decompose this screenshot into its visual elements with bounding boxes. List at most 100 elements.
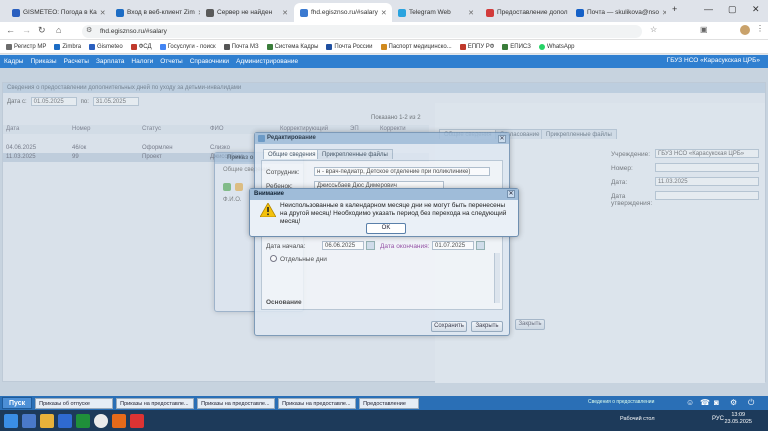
taskbar-item[interactable]: Приказы на предоставле... bbox=[197, 397, 276, 409]
menu-icon[interactable]: ⋮ bbox=[756, 24, 764, 33]
browser-tab-server-not-found[interactable]: Сервер не найден ✕ bbox=[200, 3, 294, 22]
date-from-input[interactable]: 01.05.2025 bbox=[30, 97, 77, 106]
browser-tab-provision[interactable]: Предоставление допол✕ bbox=[480, 3, 570, 22]
minimize-icon[interactable]: — bbox=[704, 4, 713, 14]
bookmark-item[interactable]: Регистр МР bbox=[6, 43, 46, 50]
windows-start-icon[interactable] bbox=[4, 413, 18, 428]
fsd-icon bbox=[130, 43, 137, 50]
telegram-favicon-icon bbox=[398, 8, 406, 17]
date-field[interactable]: 11.03.2025 bbox=[655, 177, 759, 186]
bookmark-item[interactable]: Почта России bbox=[326, 43, 373, 50]
bookmark-item[interactable]: WhatsApp bbox=[538, 43, 575, 50]
site-info-icon[interactable]: ⚙ bbox=[86, 26, 92, 34]
end-date-field[interactable]: 01.07.2025 bbox=[432, 241, 474, 250]
taskbar-item[interactable]: Приказы на предоставле... bbox=[278, 397, 357, 409]
user-icon[interactable]: ☺ bbox=[686, 398, 694, 407]
language-indicator[interactable]: РУС bbox=[712, 416, 724, 422]
approval-date-field[interactable] bbox=[655, 191, 759, 200]
tab-close-icon[interactable]: ✕ bbox=[282, 9, 288, 17]
alert-close-icon[interactable]: ✕ bbox=[507, 190, 515, 198]
side-close-button[interactable]: Закрыть bbox=[515, 319, 545, 330]
tab-close-icon[interactable]: ✕ bbox=[100, 9, 106, 17]
browser-tab-mail[interactable]: Почта — skulikova@nso ✕ bbox=[570, 3, 666, 22]
tab-close-icon[interactable]: ✕ bbox=[381, 9, 387, 17]
excel-icon[interactable] bbox=[76, 413, 90, 428]
back-icon[interactable]: ← bbox=[6, 25, 15, 35]
browser-tab-gismeteo[interactable]: GISMETEO: Погода в Ка ✕ bbox=[6, 3, 110, 22]
close-button[interactable]: Закрыть bbox=[471, 321, 503, 332]
task-view-icon[interactable] bbox=[22, 413, 36, 428]
profile-avatar[interactable] bbox=[740, 25, 750, 35]
address-bar: ← → ↻ ⌂ fhd.egisznso.ru/#salary ⚙ ☆ ▣ ⋮ bbox=[0, 22, 768, 40]
start-date-field[interactable]: 06.06.2025 bbox=[322, 241, 364, 250]
browser-tab-telegram[interactable]: Telegram Web ✕ bbox=[392, 3, 480, 22]
col-date[interactable]: Дата bbox=[3, 125, 69, 134]
explorer-icon[interactable] bbox=[40, 413, 54, 428]
pdf-icon[interactable] bbox=[130, 413, 144, 428]
word-icon[interactable] bbox=[58, 413, 72, 428]
ok-button[interactable]: OK bbox=[366, 223, 406, 234]
settings-icon[interactable]: ⚙ bbox=[730, 398, 737, 407]
col-status[interactable]: Статус bbox=[139, 125, 207, 134]
taskbar-item[interactable]: Приказы об отпуске bbox=[35, 397, 114, 409]
bookmark-star-icon[interactable]: ☆ bbox=[650, 25, 657, 34]
new-tab-icon[interactable]: + bbox=[672, 4, 677, 14]
save-button[interactable]: Сохранить bbox=[431, 321, 467, 332]
menu-item-calculations[interactable]: Расчеты bbox=[64, 58, 89, 65]
camera-icon[interactable]: ◙ bbox=[714, 398, 719, 407]
menu-item-references[interactable]: Справочники bbox=[190, 58, 229, 65]
taskbar-item[interactable]: Приказы на предоставле... bbox=[116, 397, 195, 409]
tab-attachments[interactable]: Прикрепленные файлы bbox=[541, 129, 617, 139]
chrome-icon[interactable] bbox=[94, 413, 108, 428]
col-number[interactable]: Номер bbox=[69, 125, 139, 134]
url-input[interactable]: fhd.egisznso.ru/#salary bbox=[82, 25, 642, 38]
edit-tab-attachments[interactable]: Прикрепленные файлы bbox=[317, 149, 393, 159]
menu-item-reports[interactable]: Отчеты bbox=[160, 58, 182, 65]
edit-tab-general[interactable]: Общие сведения bbox=[263, 149, 321, 159]
number-field[interactable] bbox=[655, 163, 759, 172]
bookmark-item[interactable]: Паспорт медицинско... bbox=[380, 43, 452, 50]
bookmark-item[interactable]: Почта МЗ bbox=[223, 43, 259, 50]
menu-item-kadry[interactable]: Кадры bbox=[4, 58, 23, 65]
edit-icon[interactable] bbox=[235, 183, 243, 191]
taskbar-item[interactable]: Предоставление bbox=[359, 397, 420, 409]
menu-item-administration[interactable]: Администрирование bbox=[236, 58, 298, 65]
power-icon[interactable]: ⏻ bbox=[748, 398, 754, 408]
bookmark-item[interactable]: ЕППУ РФ bbox=[459, 43, 494, 50]
forward-icon[interactable]: → bbox=[22, 25, 31, 35]
desktop-label[interactable]: Рабочий стол bbox=[620, 416, 655, 422]
browser-tab-zimbra[interactable]: Вход в веб-клиент Zim✕ bbox=[110, 3, 200, 22]
firefox-icon[interactable] bbox=[112, 413, 126, 428]
form-scrollbar[interactable] bbox=[494, 253, 500, 303]
bookmark-item[interactable]: ФСД bbox=[130, 43, 152, 50]
maximize-icon[interactable]: ▢ bbox=[728, 4, 737, 15]
tab-close-icon[interactable]: ✕ bbox=[662, 9, 666, 17]
tab-close-icon[interactable]: ✕ bbox=[468, 9, 474, 17]
reload-icon[interactable]: ↻ bbox=[38, 25, 46, 36]
menu-item-orders[interactable]: Приказы bbox=[30, 58, 56, 65]
employee-field[interactable]: н - врач-педиатр, Детское отделение при … bbox=[314, 167, 490, 176]
calendar-icon[interactable] bbox=[476, 241, 485, 250]
bookmark-item[interactable]: Zimbra bbox=[54, 43, 81, 50]
page-favicon-icon bbox=[206, 8, 214, 17]
extensions-icon[interactable]: ▣ bbox=[700, 25, 708, 34]
menu-item-salary[interactable]: Зарплата bbox=[96, 58, 124, 65]
menu-item-taxes[interactable]: Налоги bbox=[131, 58, 153, 65]
bookmark-item[interactable]: Система Кадры bbox=[266, 43, 318, 50]
bookmark-item[interactable]: Госуслуги - поиск bbox=[159, 43, 216, 50]
bookmark-item[interactable]: ЕПИСЗ bbox=[502, 43, 531, 50]
bookmark-item[interactable]: Gismeteo bbox=[89, 43, 123, 50]
phone-icon[interactable]: ☎ bbox=[700, 398, 710, 407]
close-window-icon[interactable]: ✕ bbox=[752, 4, 760, 15]
browser-tab-salary[interactable]: fhd.egisznso.ru/#salary ✕ bbox=[294, 3, 392, 22]
calendar-icon[interactable] bbox=[366, 241, 375, 250]
close-icon[interactable]: ✕ bbox=[498, 135, 506, 143]
add-icon[interactable] bbox=[223, 183, 231, 191]
system-clock[interactable]: 13:09 23.05.2025 bbox=[724, 412, 752, 426]
windows-taskbar: Рабочий стол РУС bbox=[0, 410, 768, 431]
start-button[interactable]: Пуск bbox=[2, 397, 33, 409]
date-to-input[interactable]: 31.05.2025 bbox=[92, 97, 139, 106]
home-icon[interactable]: ⌂ bbox=[56, 25, 61, 35]
separate-days-radio[interactable] bbox=[270, 255, 277, 262]
institution-field[interactable]: ГБУЗ НСО «Карасукская ЦРБ» bbox=[655, 149, 759, 158]
